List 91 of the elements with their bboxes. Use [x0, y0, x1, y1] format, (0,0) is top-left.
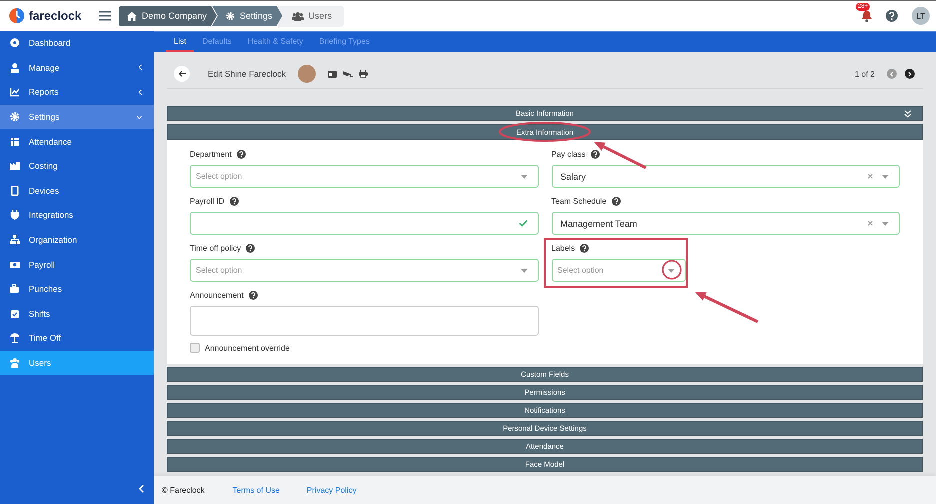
caret-icon[interactable]: [520, 268, 528, 272]
menu-icon: [10, 186, 20, 196]
input-field[interactable]: [190, 212, 538, 235]
menu-button[interactable]: [97, 9, 113, 23]
chevron-down-icon: [137, 116, 142, 119]
field-label: Announcement: [190, 291, 244, 300]
menu-icon: [10, 62, 20, 73]
clear-icon[interactable]: [868, 174, 873, 179]
users-icon: [292, 12, 304, 20]
field-label: Team Schedule: [552, 197, 607, 206]
sidebar-item[interactable]: Attendance: [0, 129, 154, 154]
sidebar-item[interactable]: Integrations: [0, 203, 154, 228]
logo-icon: [9, 8, 25, 24]
select-field[interactable]: Select option: [190, 165, 538, 188]
check-icon: [518, 220, 528, 227]
clear-icon[interactable]: [868, 221, 873, 226]
caret-icon[interactable]: [520, 174, 528, 178]
help-icon[interactable]: [612, 197, 621, 206]
breadcrumb-item[interactable]: Settings: [212, 6, 283, 26]
print-icon[interactable]: [358, 70, 368, 78]
checkbox-label: Announcement override: [205, 344, 290, 352]
next-button[interactable]: [905, 69, 915, 79]
field-label: Time off policy: [190, 244, 242, 253]
sidebar-item[interactable]: Organization: [0, 228, 154, 252]
menu-icon: [10, 308, 20, 319]
menu-icon: [10, 358, 20, 368]
menu-icon: [10, 112, 20, 122]
help-icon[interactable]: [248, 291, 258, 300]
menu-icon: [10, 210, 20, 220]
page-title: Edit Shine Fareclock: [208, 69, 286, 79]
home-icon: [127, 12, 137, 20]
help-icon[interactable]: [886, 10, 898, 22]
menu-icon: [10, 38, 20, 48]
tab[interactable]: List: [166, 32, 194, 52]
chevron-left-icon: [139, 65, 142, 70]
id-card-icon[interactable]: [328, 70, 337, 78]
pager-text: 1 of 2: [854, 70, 875, 78]
select-field[interactable]: Select option: [552, 259, 686, 282]
menu-icon: [10, 161, 20, 172]
bell-icon[interactable]: [860, 9, 874, 23]
help-icon[interactable]: [590, 150, 600, 159]
field-label: Pay class: [552, 150, 586, 159]
chevron-left-icon: [139, 90, 142, 95]
avatar-photo-placeholder: [298, 65, 316, 83]
help-icon[interactable]: [580, 244, 590, 253]
annotation-arrow: [695, 292, 759, 324]
sidebar-item[interactable]: Devices: [0, 178, 154, 204]
menu-icon: [10, 235, 20, 246]
help-icon[interactable]: [246, 244, 256, 253]
menu-icon: [10, 333, 20, 344]
back-button[interactable]: [174, 66, 190, 82]
select-field[interactable]: Salary: [552, 165, 900, 188]
footer-link[interactable]: Terms of Use: [232, 486, 280, 494]
sidebar-item[interactable]: Payroll: [0, 252, 154, 277]
sidebar-item[interactable]: Shifts: [0, 302, 154, 326]
menu-icon: [10, 260, 20, 270]
collapse-icon[interactable]: [139, 485, 144, 493]
select-field[interactable]: Select option: [190, 259, 538, 282]
double-chevron-icon[interactable]: [904, 110, 912, 118]
sidebar-item[interactable]: Settings: [0, 104, 154, 130]
sidebar-item[interactable]: Manage: [0, 56, 154, 80]
caret-icon[interactable]: [882, 174, 889, 178]
checkbox[interactable]: [190, 343, 200, 353]
caret-icon[interactable]: [668, 268, 674, 272]
chevron-left-icon: [890, 72, 894, 76]
field-label: Department: [190, 150, 232, 159]
sidebar-item[interactable]: Dashboard: [0, 31, 154, 56]
field-label: Labels: [552, 244, 576, 253]
menu-icon: [10, 284, 20, 294]
annotation-circle: [662, 260, 682, 280]
menu-icon: [10, 87, 20, 98]
arrow-left-icon: [178, 71, 186, 77]
select-field[interactable]: Management Team: [552, 212, 900, 235]
field-label: Payroll ID: [190, 197, 225, 206]
caret-icon[interactable]: [882, 222, 889, 226]
user-avatar[interactable]: LT: [912, 7, 930, 25]
help-icon[interactable]: [230, 197, 239, 206]
gear-icon: [226, 12, 236, 20]
brand-name: fareclock: [29, 9, 82, 23]
sidebar-item[interactable]: Costing: [0, 154, 154, 179]
sidebar-item[interactable]: Time Off: [0, 326, 154, 351]
sidebar-item[interactable]: Reports: [0, 80, 154, 105]
annotation-arrow: [594, 142, 647, 170]
chevron-right-icon: [908, 72, 912, 76]
sidebar-item[interactable]: Punches: [0, 276, 154, 302]
menu-icon: [10, 136, 20, 147]
help-icon[interactable]: [236, 150, 246, 159]
footer-link[interactable]: Privacy Policy: [306, 486, 357, 494]
breadcrumb-item[interactable]: Users: [278, 6, 344, 26]
copyright-text: © Fareclock: [162, 486, 205, 494]
breadcrumb-item[interactable]: Demo Company: [119, 6, 218, 26]
